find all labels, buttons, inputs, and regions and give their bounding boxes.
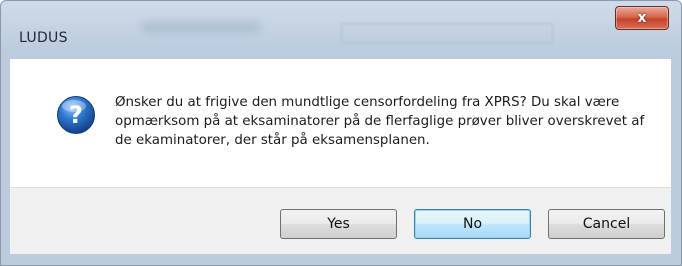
yes-button[interactable]: Yes	[280, 209, 397, 239]
background-blur	[341, 23, 553, 43]
svg-text:?: ?	[69, 101, 83, 129]
message-area: ? Ønsker du at frigive den mundtlige cen…	[10, 59, 671, 187]
dialog-window: LUDUS x ? Ønsker du at frigive den mundt…	[0, 0, 682, 266]
question-icon: ?	[57, 96, 95, 134]
window-title: LUDUS	[19, 30, 68, 46]
background-blur	[141, 21, 261, 33]
close-icon: x	[637, 10, 647, 26]
close-button[interactable]: x	[615, 6, 669, 30]
dialog-message: Ønsker du at frigive den mundtlige censo…	[115, 95, 645, 148]
button-bar: Yes No Cancel	[10, 187, 671, 254]
no-button[interactable]: No	[414, 209, 531, 239]
title-bar[interactable]: LUDUS x	[1, 1, 681, 53]
cancel-button[interactable]: Cancel	[548, 209, 665, 239]
